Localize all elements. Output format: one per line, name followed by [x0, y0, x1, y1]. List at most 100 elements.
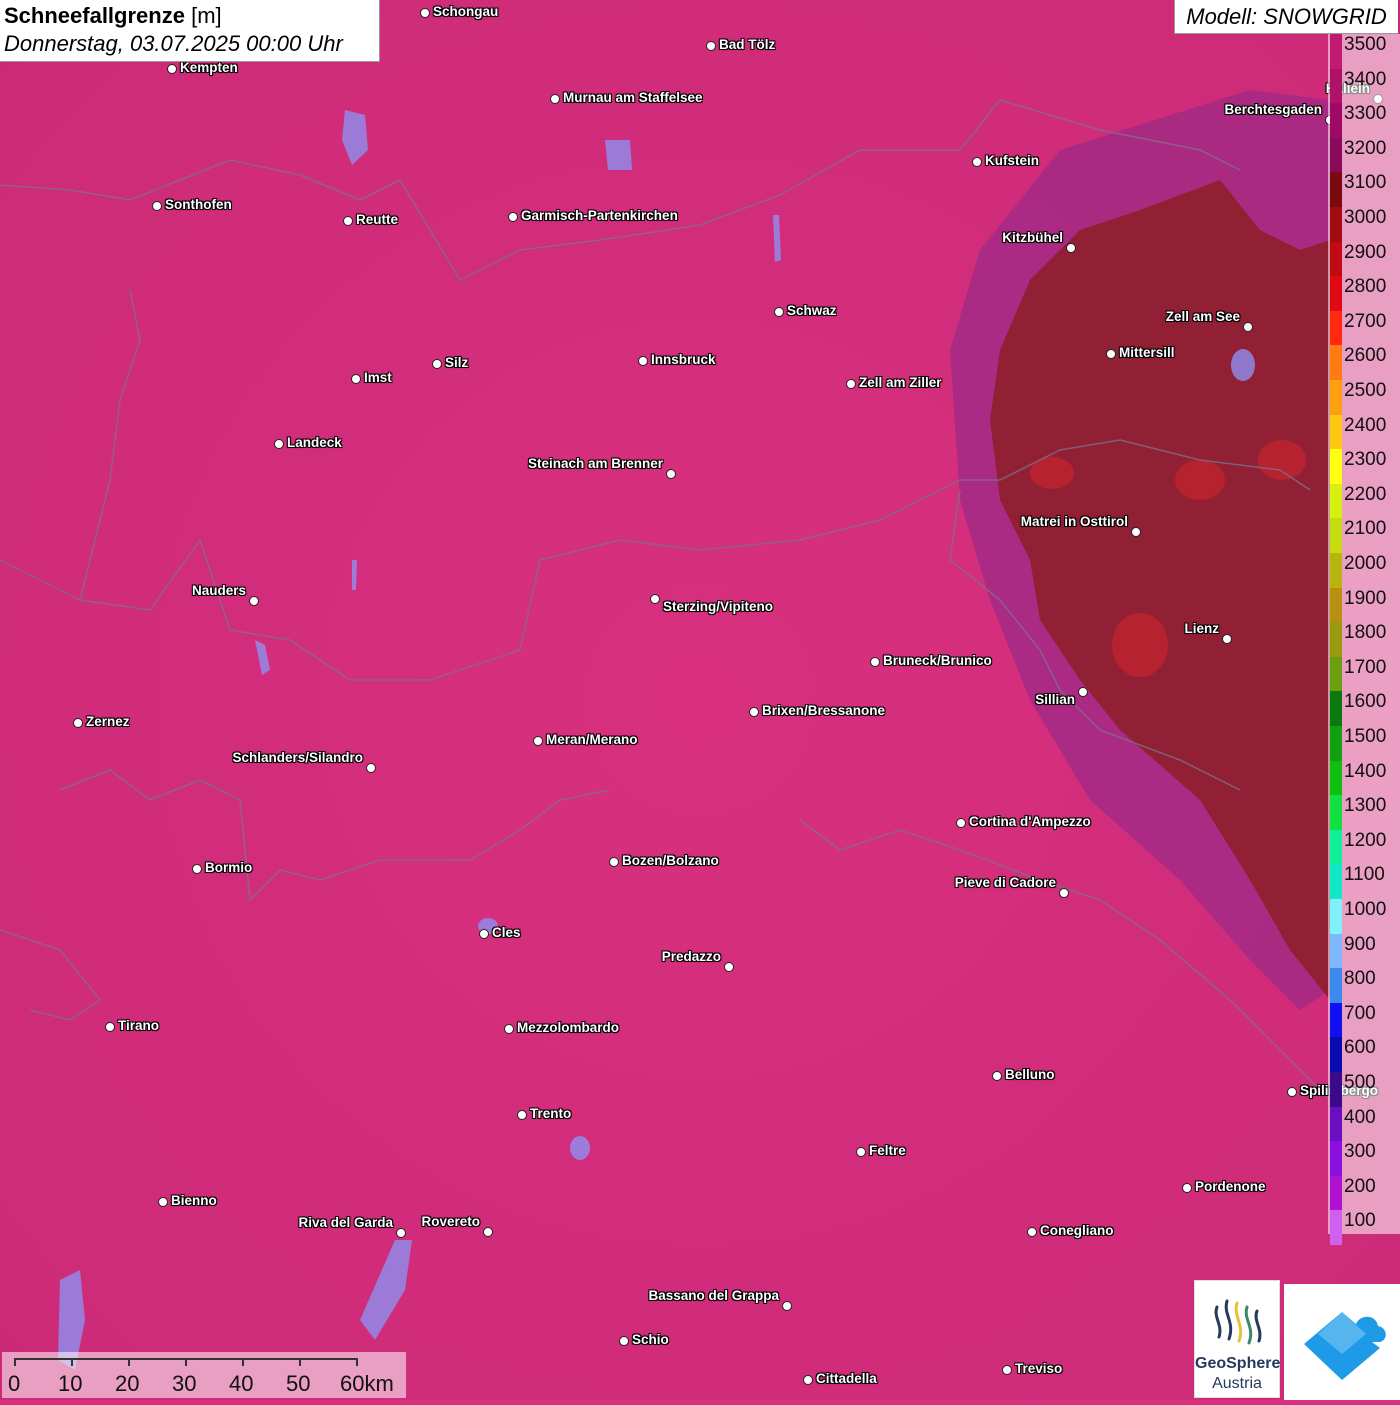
city-dot-icon: [1222, 634, 1232, 644]
legend-label-2200: 2200: [1344, 483, 1387, 505]
city-label: Rovereto: [421, 1214, 480, 1229]
city-dot-icon: [192, 864, 202, 874]
legend-swatch-2900: [1330, 241, 1342, 277]
legend-swatch-1100: [1330, 864, 1342, 900]
city-dot-icon: [650, 594, 660, 604]
city-dot-icon: [152, 201, 162, 211]
city-label: Conegliano: [1040, 1223, 1114, 1238]
legend-label-1200: 1200: [1344, 829, 1387, 851]
legend-label-1100: 1100: [1344, 864, 1385, 886]
legend-swatch-400: [1330, 1106, 1342, 1142]
city-label: Kempten: [180, 60, 238, 75]
city-label: Zell am See: [1165, 309, 1240, 324]
city-dot-icon: [972, 157, 982, 167]
legend-label-2900: 2900: [1344, 241, 1387, 263]
city-dot-icon: [274, 439, 284, 449]
city-label: Tirano: [118, 1018, 160, 1033]
legend-label-800: 800: [1344, 968, 1376, 990]
city-dot-icon: [666, 469, 676, 479]
city-label: Mezzolombardo: [517, 1020, 620, 1035]
geosphere-austria-logo[interactable]: GeoSphere Austria: [1194, 1280, 1280, 1398]
city-dot-icon: [846, 379, 856, 389]
legend-swatch-1400: [1330, 760, 1342, 796]
city-label: Innsbruck: [651, 352, 716, 367]
city-dot-icon: [73, 718, 83, 728]
legend-label-3000: 3000: [1344, 207, 1387, 228]
spot-3000-b: [1175, 460, 1225, 500]
city-dot-icon: [479, 929, 489, 939]
legend-swatch-200: [1330, 1175, 1342, 1211]
geosphere-mark-icon: [1214, 1299, 1262, 1345]
legend-label-2400: 2400: [1344, 414, 1387, 436]
city-dot-icon: [724, 962, 734, 972]
legend-label-2800: 2800: [1344, 276, 1387, 298]
city-label: Brixen/Bressanone: [762, 703, 886, 718]
legend-label-300: 300: [1344, 1141, 1376, 1163]
city-label: Murnau am Staffelsee: [563, 90, 703, 105]
map-datetime: Donnerstag, 03.07.2025 00:00 Uhr: [4, 31, 343, 56]
legend-swatch-2200: [1330, 483, 1342, 519]
city-label: Schio: [632, 1332, 669, 1347]
city-label: Schlanders/Silandro: [232, 750, 363, 765]
city-label: Bruneck/Brunico: [883, 653, 992, 668]
city-dot-icon: [1002, 1365, 1012, 1375]
city-dot-icon: [1106, 349, 1116, 359]
city-dot-icon: [706, 41, 716, 51]
city-label: Steinach am Brenner: [527, 456, 663, 471]
city-dot-icon: [856, 1147, 866, 1157]
city-dot-icon: [1066, 243, 1076, 253]
city-dot-icon: [508, 212, 518, 222]
scale-label: 0: [8, 1371, 21, 1396]
model-label: Modell: SNOWGRID: [1174, 0, 1398, 34]
city-dot-icon: [351, 374, 361, 384]
city-label: Schongau: [433, 4, 499, 19]
mountain-cloud-icon: [1304, 1312, 1386, 1380]
geosphere-name-line2: Austria: [1212, 1375, 1262, 1392]
city-dot-icon: [550, 94, 560, 104]
legend-swatch-100: [1330, 1210, 1342, 1246]
city-dot-icon: [167, 64, 177, 74]
app-logo[interactable]: [1284, 1284, 1400, 1400]
legend-label-2700: 2700: [1344, 310, 1387, 332]
city-label: Garmisch-Partenkirchen: [521, 208, 678, 223]
legend-swatch-3300: [1330, 103, 1342, 139]
legend-label-3200: 3200: [1344, 137, 1387, 159]
city-label: Nauders: [191, 583, 246, 598]
city-label: Cortina d'Ampezzo: [969, 814, 1091, 829]
legend-swatch-1800: [1330, 622, 1342, 658]
legend-swatch-1300: [1330, 795, 1342, 831]
legend-label-2100: 2100: [1344, 518, 1387, 540]
legend-label-1700: 1700: [1344, 656, 1387, 678]
city-dot-icon: [366, 763, 376, 773]
map-title-unit: [m]: [191, 3, 222, 28]
city-dot-icon: [749, 707, 759, 717]
city-dot-icon: [992, 1071, 1002, 1081]
city-label: Sillian: [1035, 692, 1075, 707]
legend-label-700: 700: [1344, 1002, 1376, 1024]
legend-swatch-3200: [1330, 137, 1342, 173]
city-dot-icon: [870, 657, 880, 667]
legend-swatch-1500: [1330, 726, 1342, 762]
legend-label-1900: 1900: [1344, 587, 1387, 609]
legend-label-2000: 2000: [1344, 553, 1387, 574]
city-dot-icon: [782, 1301, 792, 1311]
city-label: Cittadella: [816, 1371, 877, 1386]
color-legend: 3500 3400 3300 3200 3100 3000 2900 2800 2700 2600…: [1328, 34, 1400, 1246]
scale-label: 20: [115, 1371, 140, 1396]
map: Schongau Bad Tölz Kempten Murnau am Staffel…: [0, 0, 1400, 1400]
city-dot-icon: [396, 1228, 406, 1238]
legend-swatch-700: [1330, 1002, 1342, 1038]
legend-swatch-1000: [1330, 899, 1342, 935]
city-dot-icon: [533, 736, 543, 746]
legend-swatch-2400: [1330, 414, 1342, 450]
legend-swatch-2700: [1330, 310, 1342, 346]
city-dot-icon: [1243, 322, 1253, 332]
scale-label: 50: [286, 1371, 311, 1396]
legend-label-2600: 2600: [1344, 345, 1387, 367]
city-label: Predazzo: [661, 949, 721, 964]
legend-swatch-300: [1330, 1141, 1342, 1177]
legend-swatch-2100: [1330, 518, 1342, 554]
scale-label: 40: [229, 1371, 254, 1396]
legend-swatch-800: [1330, 968, 1342, 1004]
legend-label-1400: 1400: [1344, 760, 1387, 782]
